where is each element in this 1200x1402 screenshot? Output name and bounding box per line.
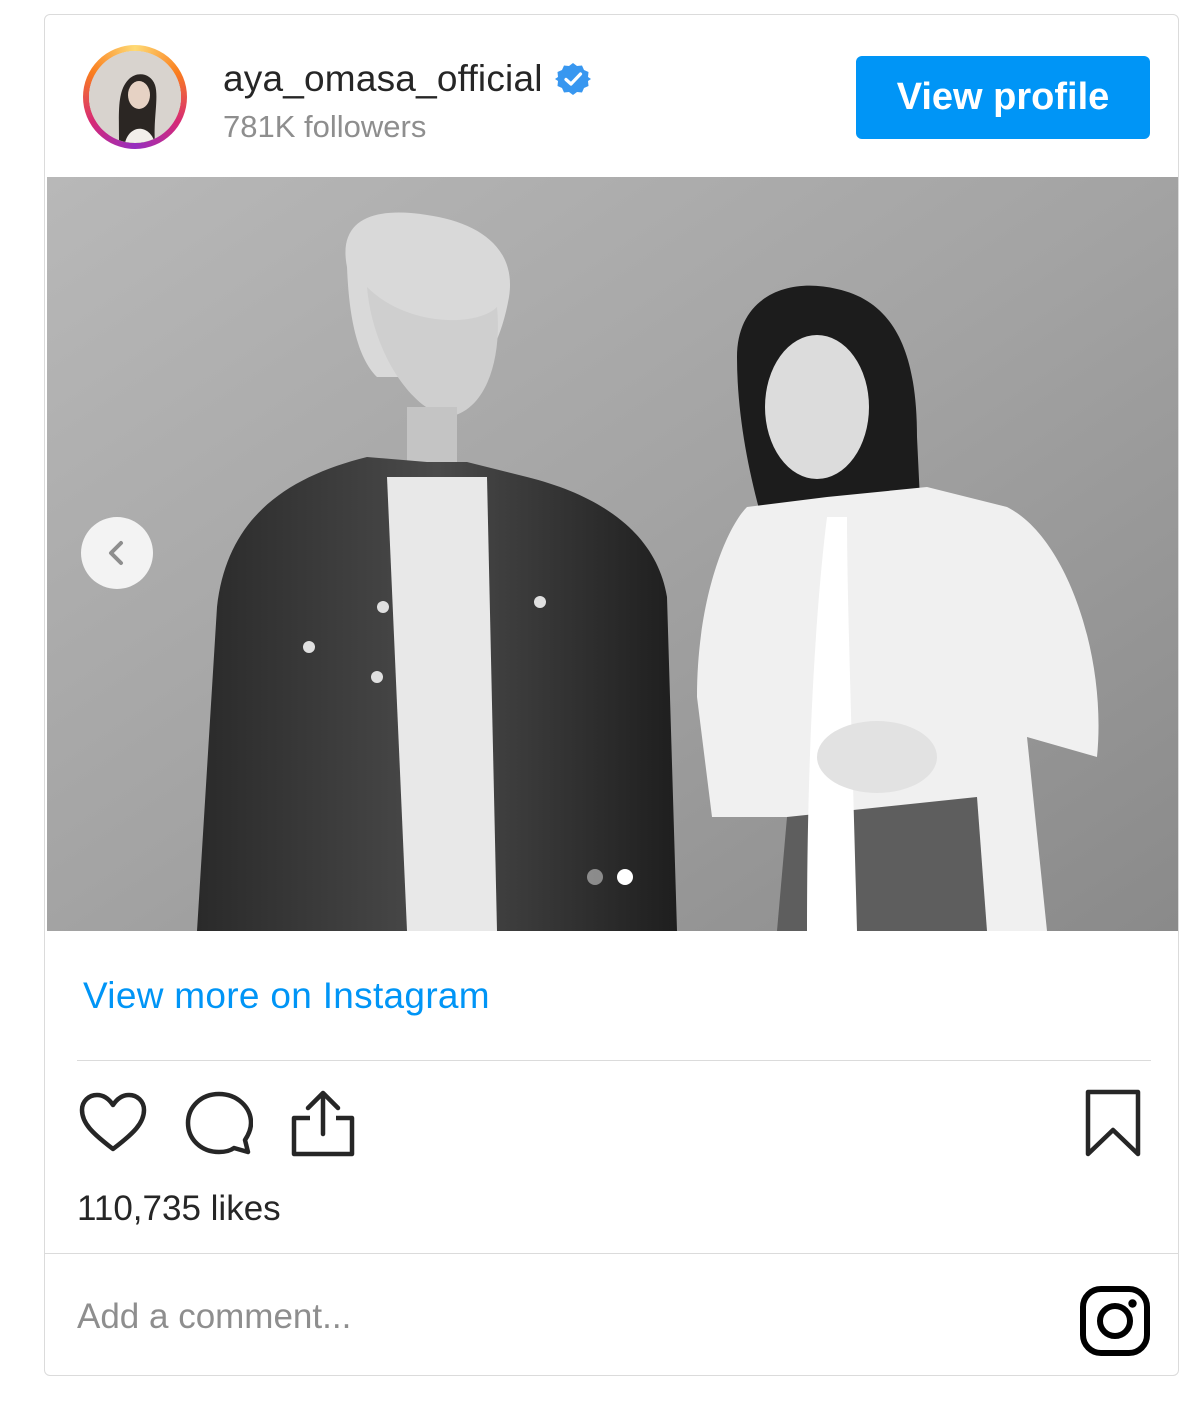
carousel-dot-active	[617, 869, 633, 885]
carousel-prev-button[interactable]	[81, 517, 153, 589]
comment-icon	[185, 1091, 253, 1155]
instagram-logo-icon[interactable]	[1079, 1285, 1151, 1357]
avatar-story-ring[interactable]	[83, 45, 187, 149]
username[interactable]: aya_omasa_official	[223, 58, 543, 100]
save-button[interactable]	[1075, 1085, 1151, 1161]
post-header: aya_omasa_official 781K followers View p…	[45, 15, 1178, 177]
share-icon	[291, 1090, 355, 1157]
share-button[interactable]	[285, 1085, 361, 1161]
verified-badge-icon	[554, 61, 591, 97]
like-count: 110,735 likes	[77, 1189, 281, 1228]
view-profile-button[interactable]: View profile	[856, 56, 1150, 139]
heart-icon	[79, 1092, 147, 1152]
chevron-left-icon	[109, 541, 123, 565]
comment-button[interactable]	[181, 1085, 257, 1161]
post-photo[interactable]	[47, 177, 1178, 931]
bookmark-icon	[1085, 1089, 1141, 1157]
divider	[77, 1060, 1151, 1061]
add-comment-link[interactable]: Add a comment...	[77, 1297, 351, 1337]
instagram-embed-card: aya_omasa_official 781K followers View p…	[44, 14, 1179, 1376]
follower-count: 781K followers	[223, 109, 427, 144]
view-more-link[interactable]: View more on Instagram	[83, 975, 490, 1017]
carousel-indicator	[587, 869, 633, 885]
like-button[interactable]	[75, 1085, 151, 1161]
divider	[45, 1253, 1178, 1254]
username-row: aya_omasa_official	[223, 57, 591, 101]
avatar	[89, 51, 181, 143]
action-bar	[75, 1085, 1153, 1165]
carousel-dot	[587, 869, 603, 885]
